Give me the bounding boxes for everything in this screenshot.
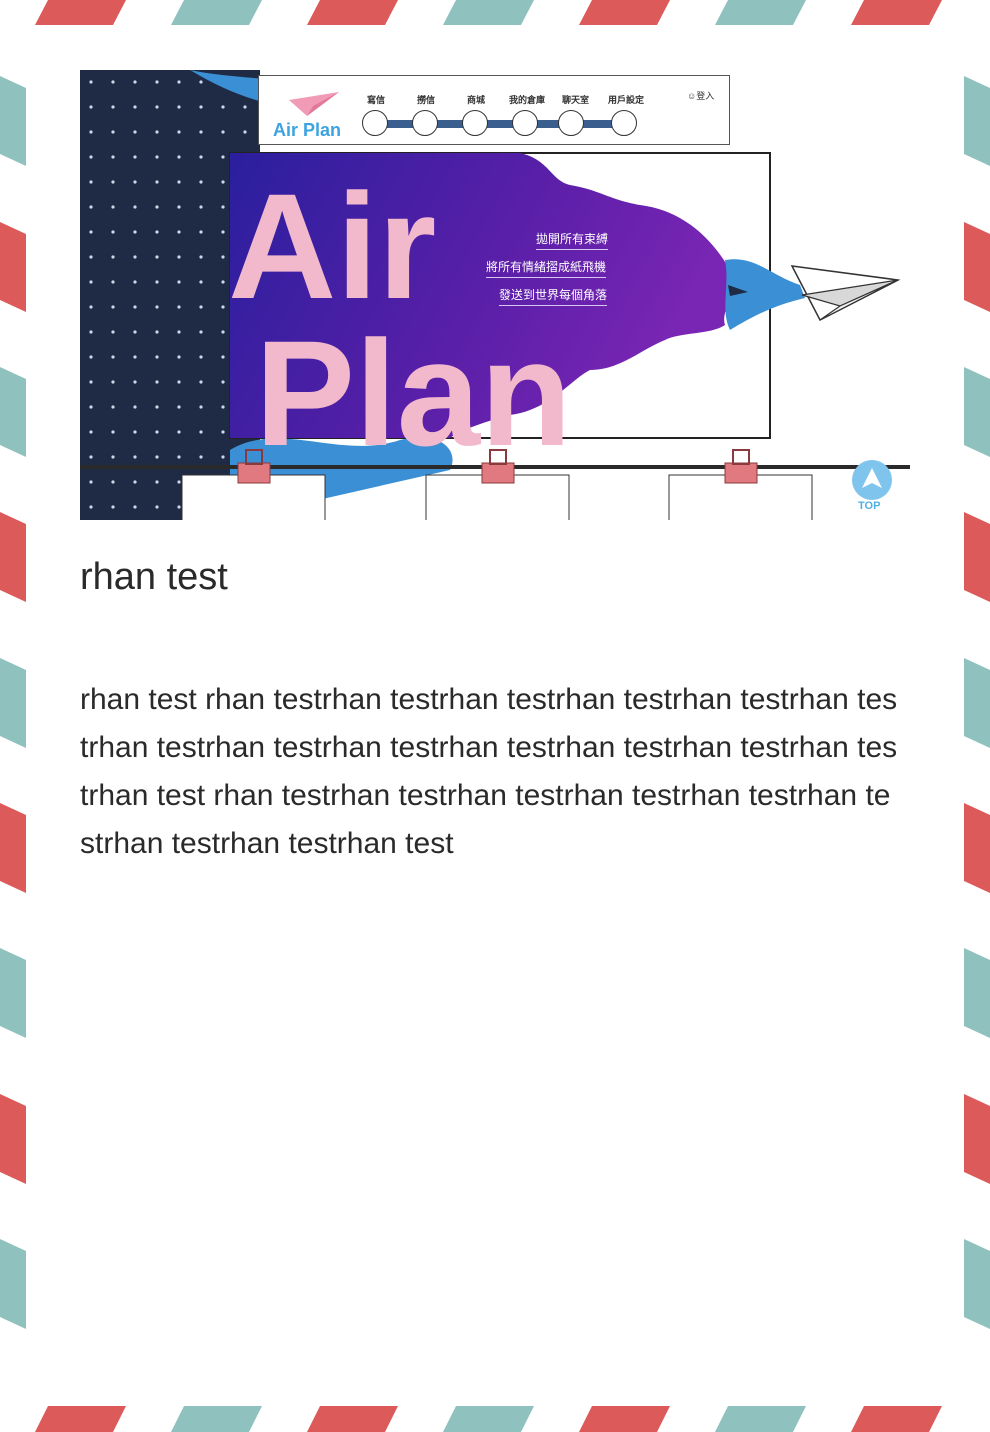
hero-big-text-plan: Plan bbox=[255, 309, 572, 477]
right-stripes bbox=[964, 76, 990, 1329]
nav-label-fish: 撈信 bbox=[417, 95, 436, 105]
back-to-top-button[interactable] bbox=[852, 460, 892, 500]
post-title: rhan test bbox=[80, 556, 228, 598]
nav-label-settings: 用戶設定 bbox=[608, 95, 645, 105]
nav-label-warehouse: 我的倉庫 bbox=[509, 95, 546, 105]
nav-item-fish[interactable] bbox=[412, 110, 438, 136]
bottom-stripes bbox=[35, 1406, 942, 1432]
logo-text: Air Plan bbox=[273, 120, 342, 140]
nav-item-settings[interactable] bbox=[611, 110, 637, 136]
nav-item-chat[interactable] bbox=[558, 110, 584, 136]
nav-item-warehouse[interactable] bbox=[512, 110, 538, 136]
nav-bar: Air Plan 寫信 撈信 商城 我的倉庫 聊天室 用戶設定 ☺登入 bbox=[258, 75, 730, 145]
paper-airplane-icon bbox=[790, 265, 901, 322]
nav-item-shop[interactable] bbox=[462, 110, 488, 136]
hero-big-text-air: Air bbox=[228, 162, 436, 330]
nav-label-shop: 商城 bbox=[467, 95, 486, 105]
user-icon: ☺ bbox=[687, 91, 697, 101]
tagline-1: 拋開所有束縛 bbox=[536, 230, 609, 250]
back-to-top-label: TOP bbox=[858, 500, 881, 512]
clip-3 bbox=[724, 449, 758, 484]
nav-item-write[interactable] bbox=[362, 110, 388, 136]
paper-plane-logo-icon bbox=[289, 92, 339, 116]
arrow-up-icon bbox=[862, 468, 882, 488]
top-stripes bbox=[35, 0, 942, 25]
post-body: rhan test rhan testrhan testrhan testrha… bbox=[80, 683, 898, 860]
nav-label-chat: 聊天室 bbox=[562, 95, 590, 105]
tagline-2: 將所有情緒摺成紙飛機 bbox=[486, 258, 607, 278]
login-link[interactable]: ☺登入 bbox=[687, 89, 714, 102]
tagline-3: 發送到世界每個角落 bbox=[499, 286, 608, 306]
login-label: 登入 bbox=[696, 91, 715, 101]
left-stripes bbox=[0, 76, 26, 1329]
nav-label-write: 寫信 bbox=[367, 95, 386, 105]
